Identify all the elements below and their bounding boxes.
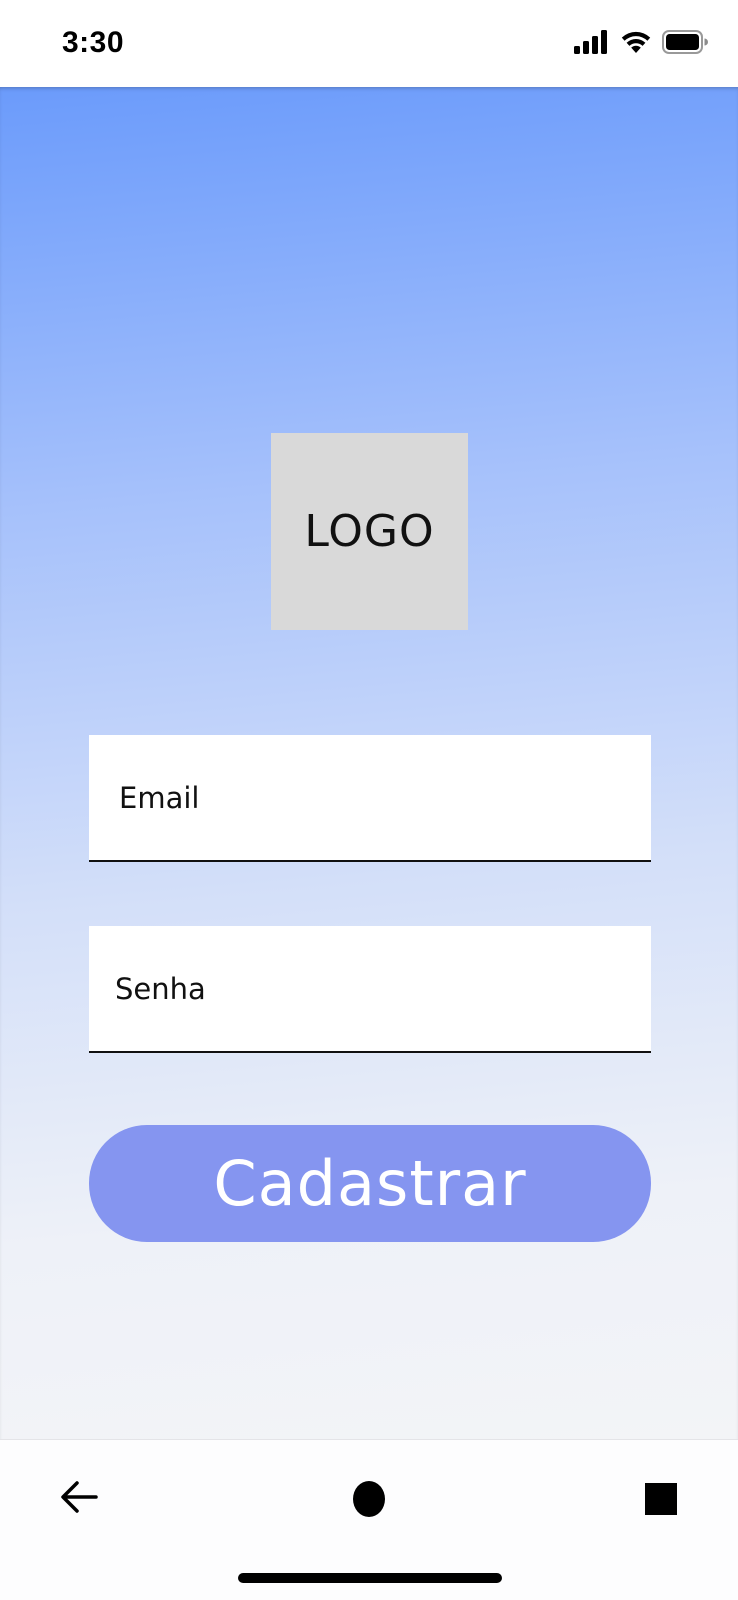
- battery-icon: [662, 30, 708, 58]
- logo-text: LOGO: [304, 506, 435, 557]
- logo-placeholder: LOGO: [271, 433, 468, 630]
- cellular-signal-icon: [574, 30, 610, 58]
- app-screen: 3:30 LOGO Email Cadastrar: [0, 0, 738, 1600]
- wifi-icon: [620, 30, 652, 58]
- recents-button[interactable]: [626, 1464, 696, 1534]
- email-field: [89, 735, 651, 862]
- password-input[interactable]: [89, 926, 651, 1051]
- recents-icon: [645, 1483, 677, 1515]
- status-bar: 3:30: [0, 0, 738, 87]
- login-screen: LOGO Cadastrar: [0, 87, 738, 1439]
- back-button[interactable]: [44, 1464, 114, 1534]
- register-button[interactable]: Cadastrar: [89, 1125, 651, 1242]
- email-input[interactable]: [89, 735, 651, 860]
- home-icon: [353, 1481, 385, 1517]
- password-field: [89, 926, 651, 1053]
- back-arrow-icon: [59, 1479, 99, 1519]
- status-time: 3:30: [62, 26, 125, 59]
- navigation-bar: [0, 1439, 738, 1600]
- home-indicator[interactable]: [238, 1573, 502, 1583]
- status-icons: [574, 30, 708, 58]
- home-button[interactable]: [334, 1464, 404, 1534]
